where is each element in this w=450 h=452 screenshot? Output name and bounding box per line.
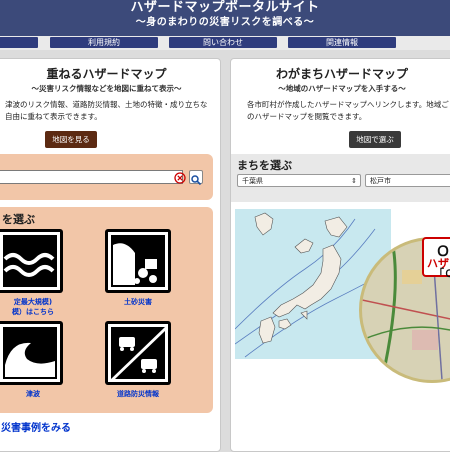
nav-item-terms[interactable]: 利用規約 bbox=[50, 37, 158, 48]
flood-label-line1[interactable]: 定最大規模) bbox=[0, 297, 73, 307]
flood-label-line2[interactable]: 模）はこちら bbox=[0, 307, 73, 317]
promo-banner[interactable]: Ｏｈ ハザ 「Ｃ bbox=[422, 237, 450, 280]
panel-title: 重ねるハザードマップ bbox=[46, 67, 167, 81]
town-select-label: まちを選ぶ bbox=[237, 159, 292, 172]
tsunami-icon bbox=[0, 324, 60, 382]
panel-title: わがまちハザードマップ bbox=[275, 67, 408, 81]
flood-card[interactable] bbox=[0, 229, 63, 293]
local-hazard-panel: わがまちハザードマップ 〜地域のハザードマップを入手する〜 各市町村が作成したハ… bbox=[230, 58, 450, 452]
promo-text-line3: 「Ｃ bbox=[434, 269, 450, 280]
prefecture-select[interactable]: 千葉県 ⇕ bbox=[237, 174, 361, 187]
disaster-type-area: を選ぶ 定最大規模) 模）はこちら 土砂災害 津波 道路防災情報 bbox=[0, 207, 213, 413]
city-select[interactable]: 松戸市 bbox=[365, 174, 450, 187]
tsunami-label[interactable]: 津波 bbox=[0, 389, 73, 399]
landslide-icon bbox=[108, 232, 168, 290]
flood-icon bbox=[0, 232, 60, 290]
disaster-type-label: を選ぶ bbox=[2, 213, 35, 226]
site-title: ハザードマップポータルサイト bbox=[130, 0, 320, 15]
road-disaster-label[interactable]: 道路防災情報 bbox=[101, 389, 175, 399]
address-search-area bbox=[0, 154, 213, 200]
site-header: ハザードマップポータルサイト 〜身のまわりの災害リスクを調べる〜 bbox=[0, 0, 450, 36]
nav-item-contact[interactable]: 問い合わせ bbox=[169, 37, 277, 48]
landslide-label[interactable]: 土砂災害 bbox=[101, 297, 175, 307]
site-subtitle: 〜身のまわりの災害リスクを調べる〜 bbox=[135, 17, 315, 28]
search-icon[interactable] bbox=[189, 170, 203, 186]
city-value: 松戸市 bbox=[370, 177, 391, 185]
address-search-input[interactable] bbox=[0, 170, 183, 184]
prefecture-value: 千葉県 bbox=[242, 177, 263, 185]
panel-desc-line2: 自由に重ねて表示できます。 bbox=[5, 112, 102, 121]
landslide-card[interactable] bbox=[105, 229, 171, 293]
tsunami-card[interactable] bbox=[0, 321, 63, 385]
clear-icon[interactable] bbox=[173, 170, 187, 184]
road-disaster-icon bbox=[108, 324, 168, 382]
view-map-button[interactable]: 地図を見る bbox=[45, 131, 97, 148]
panel-desc-line1: 津波のリスク情報、道路防災情報、土地の特徴・成り立ちな bbox=[5, 100, 208, 109]
nav-item-0[interactable] bbox=[0, 37, 38, 48]
town-select-area: まちを選ぶ 千葉県 ⇕ 松戸市 bbox=[231, 154, 450, 202]
road-disaster-card[interactable] bbox=[105, 321, 171, 385]
overlay-hazard-panel: 重ねるハザードマップ 〜災害リスク情報などを地図に重ねて表示〜 津波のリスク情報… bbox=[0, 58, 221, 452]
disaster-cases-link[interactable]: 災害事例をみる bbox=[1, 419, 71, 434]
panel-subtitle: 〜災害リスク情報などを地図に重ねて表示〜 bbox=[31, 84, 182, 93]
select-by-map-button[interactable]: 地図で選ぶ bbox=[349, 131, 401, 148]
select-arrow-icon: ⇕ bbox=[351, 177, 357, 185]
nav-bar: 利用規約 問い合わせ 関連情報 bbox=[0, 36, 450, 50]
panel-desc-line2: のハザードマップを閲覧できます。 bbox=[247, 112, 367, 121]
nav-item-related[interactable]: 関連情報 bbox=[288, 37, 396, 48]
panel-desc-line1: 各市町村が作成したハザードマップへリンクします。地域ごと bbox=[247, 100, 450, 109]
panel-subtitle: 〜地域のハザードマップを入手する〜 bbox=[278, 84, 406, 93]
